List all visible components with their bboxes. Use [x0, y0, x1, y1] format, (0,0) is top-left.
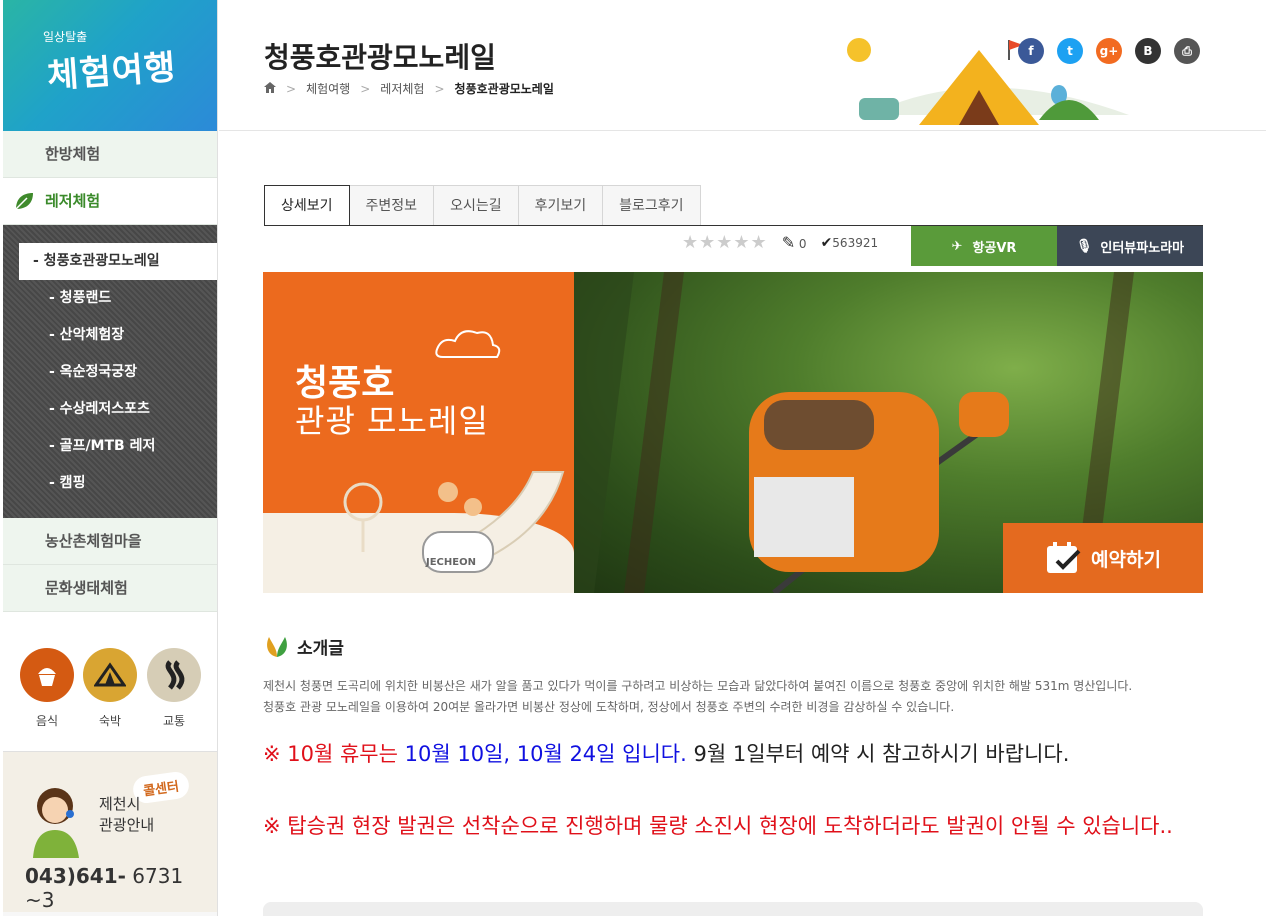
submenu-item-golf-mtb[interactable]: - 골프/MTB 레저	[19, 428, 217, 465]
social-share-bar: f t g+ B ⎙	[1018, 38, 1200, 64]
callcenter-box: 콜센터 제천시 관광안내 043)641- 6731 ~3	[3, 752, 217, 912]
content-bottom-edge	[263, 902, 1203, 916]
microphone-icon: 🎙	[1075, 238, 1093, 254]
hero-badge: JECHEON	[426, 557, 476, 568]
breadcrumb-current: 청풍호관광모노레일	[454, 82, 554, 96]
hero-photo: 예약하기	[574, 272, 1203, 593]
detail-tabs: 상세보기 주변정보 오시는길 후기보기 블로그후기	[264, 185, 701, 226]
hero-title-panel: 청풍호 관광 모노레일 JECHEON	[263, 272, 574, 593]
ticket-notice: ※ 탑승권 현장 발권은 선착순으로 진행하며 물량 소진시 현장에 도착하더라…	[263, 814, 1173, 838]
closure-notice: ※ 10월 휴무는 10월 10일, 10월 24일 입니다. 9월 1일부터 …	[263, 742, 1070, 766]
submenu-item-camping[interactable]: - 캠핑	[19, 465, 217, 502]
monorail-illustration	[343, 471, 565, 574]
review-count: ✎ 0	[781, 233, 807, 252]
breadcrumb-item[interactable]: 체험여행	[306, 80, 350, 97]
drone-icon: ✈	[951, 238, 963, 254]
intro-heading: 소개글	[263, 634, 344, 659]
logo-title: 체험여행	[46, 47, 178, 97]
page-header: 청풍호관광모노레일 > 체험여행 > 레저체험 > 청풍호관광모노레일 f t	[219, 0, 1266, 131]
quick-link-label: 교통	[162, 714, 186, 728]
road-icon	[147, 648, 201, 702]
interview-panorama-button[interactable]: 🎙 인터뷰파노라마	[1057, 226, 1203, 266]
pencil-icon: ✎	[781, 233, 796, 252]
logo-subtitle: 일상탈출	[43, 30, 88, 44]
page: 일상탈출 체험여행 한방체험 레저체험 - 청풍호관광모노레일 - 청풍랜드 -…	[0, 0, 1266, 916]
aerial-vr-button[interactable]: ✈ 항공VR	[911, 226, 1057, 266]
rating-bar: ★★★★★ ✎ 0 ✔563921	[682, 232, 878, 253]
reserve-button[interactable]: 예약하기	[1003, 523, 1203, 593]
breadcrumb: > 체험여행 > 레저체험 > 청풍호관광모노레일	[264, 80, 554, 97]
submenu-item-monorail[interactable]: - 청풍호관광모노레일	[19, 243, 217, 280]
sidebar-item-culture-eco[interactable]: 문화생태체험	[3, 565, 217, 612]
print-icon[interactable]: ⎙	[1174, 38, 1200, 64]
blog-icon[interactable]: B	[1135, 38, 1161, 64]
breadcrumb-item[interactable]: 레저체험	[380, 80, 424, 97]
intro-paragraph: 제천시 청풍면 도곡리에 위치한 비봉산은 새가 알을 품고 있다가 먹이를 구…	[263, 679, 1133, 693]
callcenter-title: 제천시 관광안내	[99, 795, 155, 834]
intro-paragraph: 청풍호 관광 모노레일을 이용하여 20여분 올라가면 비봉산 정상에 도착하며…	[263, 700, 955, 714]
submenu-item-archery[interactable]: - 옥순정국궁장	[19, 354, 217, 391]
sidebar-item-farm-village[interactable]: 농산촌체험마을	[3, 518, 217, 565]
chevron-right-icon: >	[434, 81, 445, 96]
quick-link-food[interactable]: 음식	[19, 648, 75, 729]
page-title: 청풍호관광모노레일	[264, 41, 496, 74]
cupcake-icon	[20, 648, 74, 702]
star-rating-icon[interactable]: ★★★★★	[682, 232, 768, 253]
submenu-item-cheongpungland[interactable]: - 청풍랜드	[19, 280, 217, 317]
callcenter-phone: 043)641- 6731 ~3	[25, 864, 184, 912]
sidebar-item-label: 레저체험	[45, 192, 101, 210]
home-icon[interactable]	[264, 81, 276, 96]
hero-banner: 청풍호 관광 모노레일 JECHEON 예약하기	[263, 272, 1203, 593]
chevron-right-icon: >	[286, 81, 297, 96]
tab-nearby[interactable]: 주변정보	[349, 185, 435, 226]
quick-link-label: 음식	[35, 714, 59, 728]
tab-blog-reviews[interactable]: 블로그후기	[603, 185, 701, 226]
facebook-icon[interactable]: f	[1018, 38, 1044, 64]
check-icon: ✔	[820, 234, 833, 251]
sprout-icon	[267, 636, 287, 657]
leaf-icon	[15, 193, 33, 210]
submenu-item-mountain[interactable]: - 산악체험장	[19, 317, 217, 354]
quick-link-transport[interactable]: 교통	[146, 648, 202, 729]
camping-illustration	[847, 38, 1129, 125]
tab-directions[interactable]: 오시는길	[434, 185, 519, 226]
submenu-item-watersports[interactable]: - 수상레저스포츠	[19, 391, 217, 428]
tab-detail[interactable]: 상세보기	[264, 185, 350, 226]
sidebar-item-oriental-medicine[interactable]: 한방체험	[3, 131, 217, 178]
quick-link-label: 숙박	[98, 714, 122, 728]
sidebar-item-leisure[interactable]: 레저체험	[3, 178, 217, 225]
tab-reviews[interactable]: 후기보기	[518, 185, 604, 226]
cloud-icon	[435, 330, 501, 358]
view-count: ✔563921	[820, 234, 879, 251]
quick-link-lodging[interactable]: 숙박	[82, 648, 138, 729]
operator-avatar	[33, 788, 79, 858]
twitter-icon[interactable]: t	[1057, 38, 1083, 64]
intro-text: 제천시 청풍면 도곡리에 위치한 비봉산은 새가 알을 품고 있다가 먹이를 구…	[263, 676, 1203, 718]
left-sidebar: 일상탈출 체험여행 한방체험 레저체험 - 청풍호관광모노레일 - 청풍랜드 -…	[3, 0, 218, 916]
hero-title-line2: 관광 모노레일	[295, 402, 489, 440]
quick-links: 음식 숙박 교통	[3, 612, 217, 752]
googleplus-icon[interactable]: g+	[1096, 38, 1122, 64]
calendar-check-icon	[1047, 542, 1081, 573]
chevron-right-icon: >	[360, 81, 371, 96]
site-logo[interactable]: 일상탈출 체험여행	[3, 0, 217, 131]
tent-icon	[83, 648, 137, 702]
leisure-submenu: - 청풍호관광모노레일 - 청풍랜드 - 산악체험장 - 옥순정국궁장 - 수상…	[3, 225, 217, 518]
